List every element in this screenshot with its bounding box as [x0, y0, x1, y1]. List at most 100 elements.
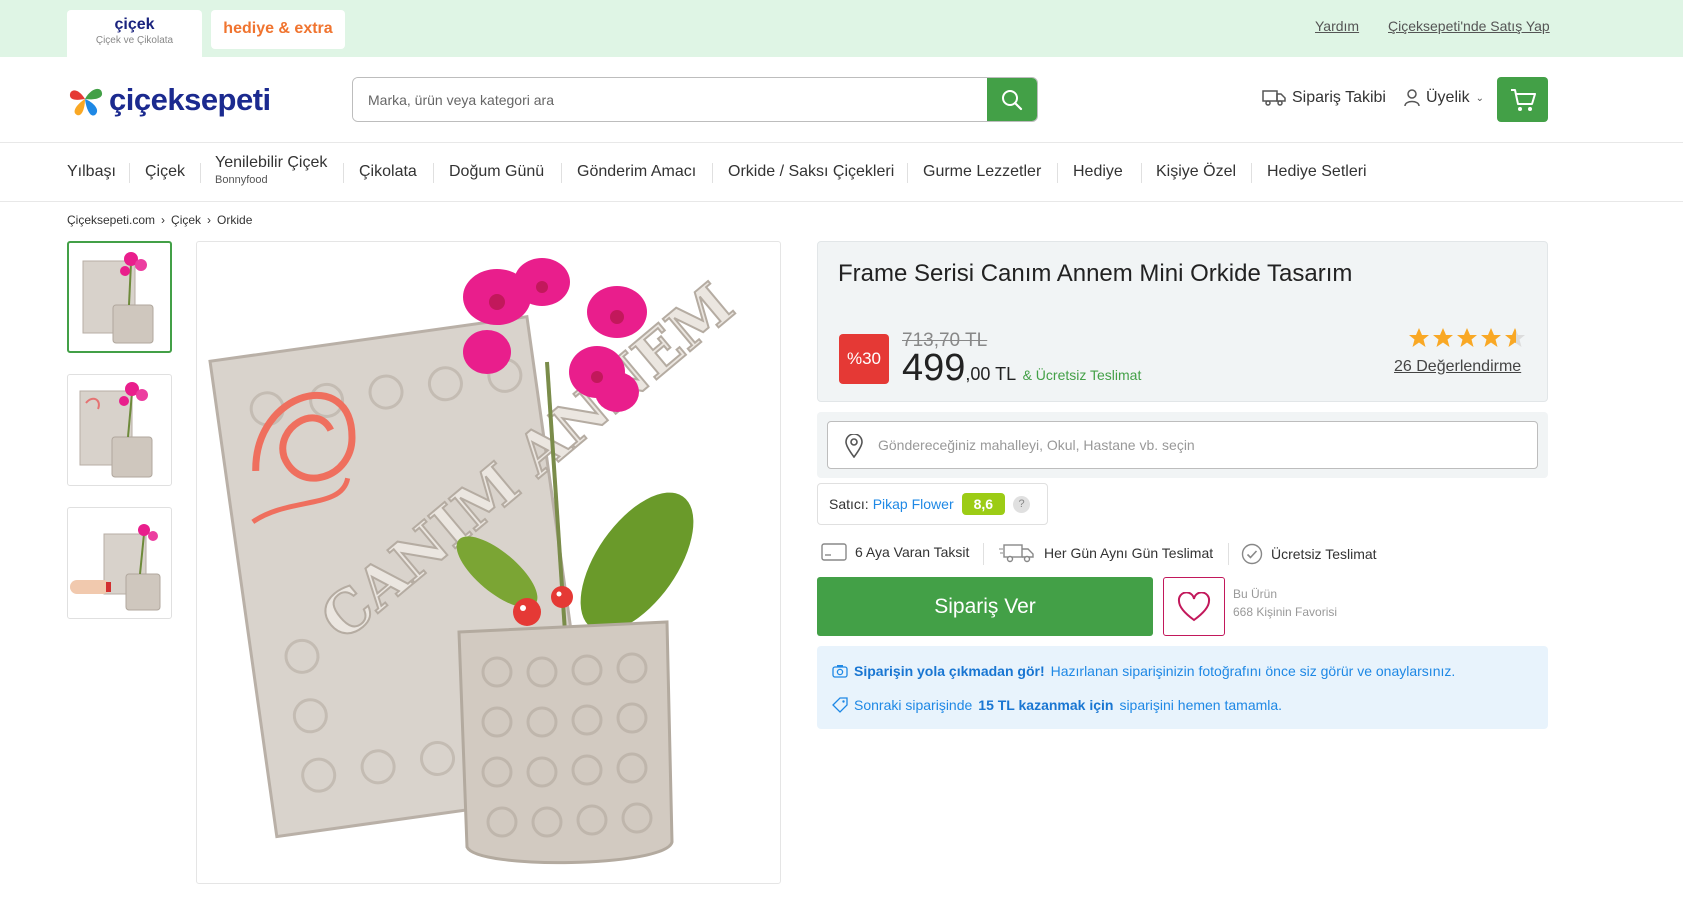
logo[interactable]: çiçeksepeti — [67, 82, 271, 118]
nav-item-cicek[interactable]: Çiçek — [145, 163, 185, 181]
product-thumbnail-image — [79, 382, 153, 478]
tab-cicek-sublabel: Çiçek ve Çikolata — [95, 35, 174, 46]
star-icon — [1481, 328, 1501, 347]
promo-photo-line: Siparişin yola çıkmadan gör! Hazırlanan … — [832, 663, 1455, 679]
delivery-location-panel — [817, 412, 1548, 478]
star-icon — [1409, 328, 1429, 347]
sell-link[interactable]: Çiçeksepeti'nde Satış Yap — [1388, 18, 1550, 34]
seller-info: Satıcı: Pikap Flower 8,6 ? — [817, 483, 1048, 525]
thumbnail-1[interactable] — [67, 241, 172, 353]
seller-label: Satıcı: — [829, 496, 869, 512]
help-link[interactable]: Yardım — [1315, 18, 1359, 34]
orchid-product-illustration: CANIM ANNEM — [208, 258, 747, 865]
feature-divider — [1228, 543, 1229, 565]
nav-divider — [561, 163, 562, 183]
location-input[interactable] — [878, 422, 1528, 468]
nav-item-gurme[interactable]: Gurme Lezzetler — [923, 163, 1041, 181]
order-tracking-label: Sipariş Takibi — [1292, 89, 1386, 106]
search-input[interactable] — [353, 78, 989, 121]
search-button[interactable] — [987, 78, 1037, 121]
search-bar — [352, 77, 1038, 122]
nav-item-yilbasi[interactable]: Yılbaşı — [67, 163, 116, 181]
nav-item-label: Yenilebilir Çiçek — [215, 154, 328, 171]
rating-stars — [1408, 327, 1526, 348]
user-icon — [1404, 89, 1420, 107]
feature-divider — [983, 543, 984, 565]
membership-label: Üyelik — [1426, 89, 1470, 106]
reviews-link[interactable]: 26 Değerlendirme — [1394, 358, 1521, 376]
nav-item-orkide[interactable]: Orkide / Saksı Çiçekleri — [728, 163, 894, 181]
thumbnail-3[interactable] — [67, 507, 172, 619]
order-button[interactable]: Sipariş Ver — [817, 577, 1153, 636]
order-tracking-link[interactable]: Sipariş Takibi — [1262, 89, 1386, 107]
feature-installment-label: 6 Aya Varan Taksit — [855, 544, 970, 560]
heart-icon — [1177, 591, 1211, 621]
promo-reward-text-b: siparişini hemen tamamla. — [1119, 697, 1283, 713]
nav-divider — [343, 163, 344, 183]
product-main-image[interactable]: CANIM ANNEM — [196, 241, 781, 884]
feature-installment: 6 Aya Varan Taksit — [821, 543, 969, 561]
nav-item-hediye[interactable]: Hediye — [1073, 163, 1123, 181]
tab-hediye-extra[interactable]: hediye & extra — [211, 10, 345, 49]
product-title: Frame Serisi Canım Annem Mini Orkide Tas… — [838, 260, 1353, 287]
nav-item-cikolata[interactable]: Çikolata — [359, 163, 417, 181]
membership-menu[interactable]: Üyelik ⌄ — [1404, 89, 1484, 107]
truck-icon — [1262, 90, 1286, 106]
promo-panel: Siparişin yola çıkmadan gör! Hazırlanan … — [817, 646, 1548, 729]
favorite-button[interactable] — [1163, 577, 1225, 636]
star-icon — [1433, 328, 1453, 347]
favorite-line1: Bu Ürün — [1233, 587, 1278, 601]
chevron-right-icon: › — [161, 213, 166, 227]
thumbnail-2[interactable] — [67, 374, 172, 486]
check-circle-icon — [1241, 543, 1263, 565]
promo-reward-bold: 15 TL kazanmak için — [978, 697, 1114, 713]
header: çiçeksepeti Sipariş Takibi Üyelik ⌄ — [0, 57, 1683, 143]
tag-icon — [832, 697, 848, 713]
breadcrumb-orkide[interactable]: Orkide — [217, 213, 252, 227]
logo-icon — [67, 82, 105, 118]
nav-divider — [712, 163, 713, 183]
seller-name-link[interactable]: Pikap Flower — [873, 496, 954, 512]
tab-cicek[interactable]: çiçek Çiçek ve Çikolata — [67, 10, 202, 57]
current-price: 499,00 TL & Ücretsiz Teslimat — [902, 347, 1141, 390]
feature-same-day-label: Her Gün Aynı Gün Teslimat — [1044, 545, 1214, 561]
breadcrumb-cicek[interactable]: Çiçek — [171, 213, 201, 227]
nav-divider — [433, 163, 434, 183]
nav-item-kisiye-ozel[interactable]: Kişiye Özel — [1156, 163, 1236, 181]
price-fraction: ,00 TL — [965, 364, 1017, 384]
promo-photo-text: Hazırlanan siparişinizin fotoğrafını önc… — [1050, 663, 1456, 679]
tab-cicek-label: çiçek — [114, 16, 155, 33]
help-icon[interactable]: ? — [1013, 495, 1031, 513]
feature-same-day: Her Gün Aynı Gün Teslimat — [998, 543, 1213, 563]
category-nav: Yılbaşı Çiçek Yenilebilir Çiçek Bonnyfoo… — [0, 143, 1683, 202]
breadcrumb: Çiçeksepeti.com › Çiçek › Orkide — [67, 213, 252, 227]
nav-item-dogum-gunu[interactable]: Doğum Günü — [449, 163, 544, 181]
search-icon — [1002, 89, 1023, 110]
camera-icon — [832, 665, 848, 678]
chevron-right-icon: › — [207, 213, 212, 227]
cart-icon — [1510, 88, 1536, 111]
star-icon — [1457, 328, 1477, 347]
promo-photo-bold: Siparişin yola çıkmadan gör! — [854, 663, 1045, 679]
nav-item-yenilebilir-cicek[interactable]: Yenilebilir Çiçek Bonnyfood — [215, 154, 327, 186]
nav-divider — [1057, 163, 1058, 183]
cart-button[interactable] — [1497, 77, 1548, 122]
location-field[interactable] — [827, 421, 1538, 469]
promo-reward-line: Sonraki siparişinde 15 TL kazanmak için … — [832, 697, 1282, 713]
free-delivery-note: & Ücretsiz Teslimat — [1022, 367, 1142, 383]
feature-free-delivery-label: Ücretsiz Teslimat — [1271, 546, 1377, 562]
nav-divider — [200, 163, 201, 183]
delivery-truck-icon — [999, 544, 1034, 563]
logo-text: çiçeksepeti — [109, 82, 271, 117]
feature-free-delivery: Ücretsiz Teslimat — [1241, 543, 1377, 565]
favorite-count-text: Bu Ürün 668 Kişinin Favorisi — [1233, 585, 1337, 621]
top-bar: çiçek Çiçek ve Çikolata hediye & extra Y… — [0, 0, 1683, 57]
nav-divider — [1141, 163, 1142, 183]
chevron-down-icon: ⌄ — [1475, 92, 1484, 104]
seller-score-badge: 8,6 — [961, 493, 1006, 515]
price-main: 499 — [902, 347, 966, 389]
nav-item-gonderim-amaci[interactable]: Gönderim Amacı — [577, 163, 696, 181]
promo-reward-text-a: Sonraki siparişinde — [854, 697, 973, 713]
breadcrumb-home[interactable]: Çiçeksepeti.com — [67, 213, 155, 227]
nav-item-hediye-setleri[interactable]: Hediye Setleri — [1267, 163, 1367, 181]
